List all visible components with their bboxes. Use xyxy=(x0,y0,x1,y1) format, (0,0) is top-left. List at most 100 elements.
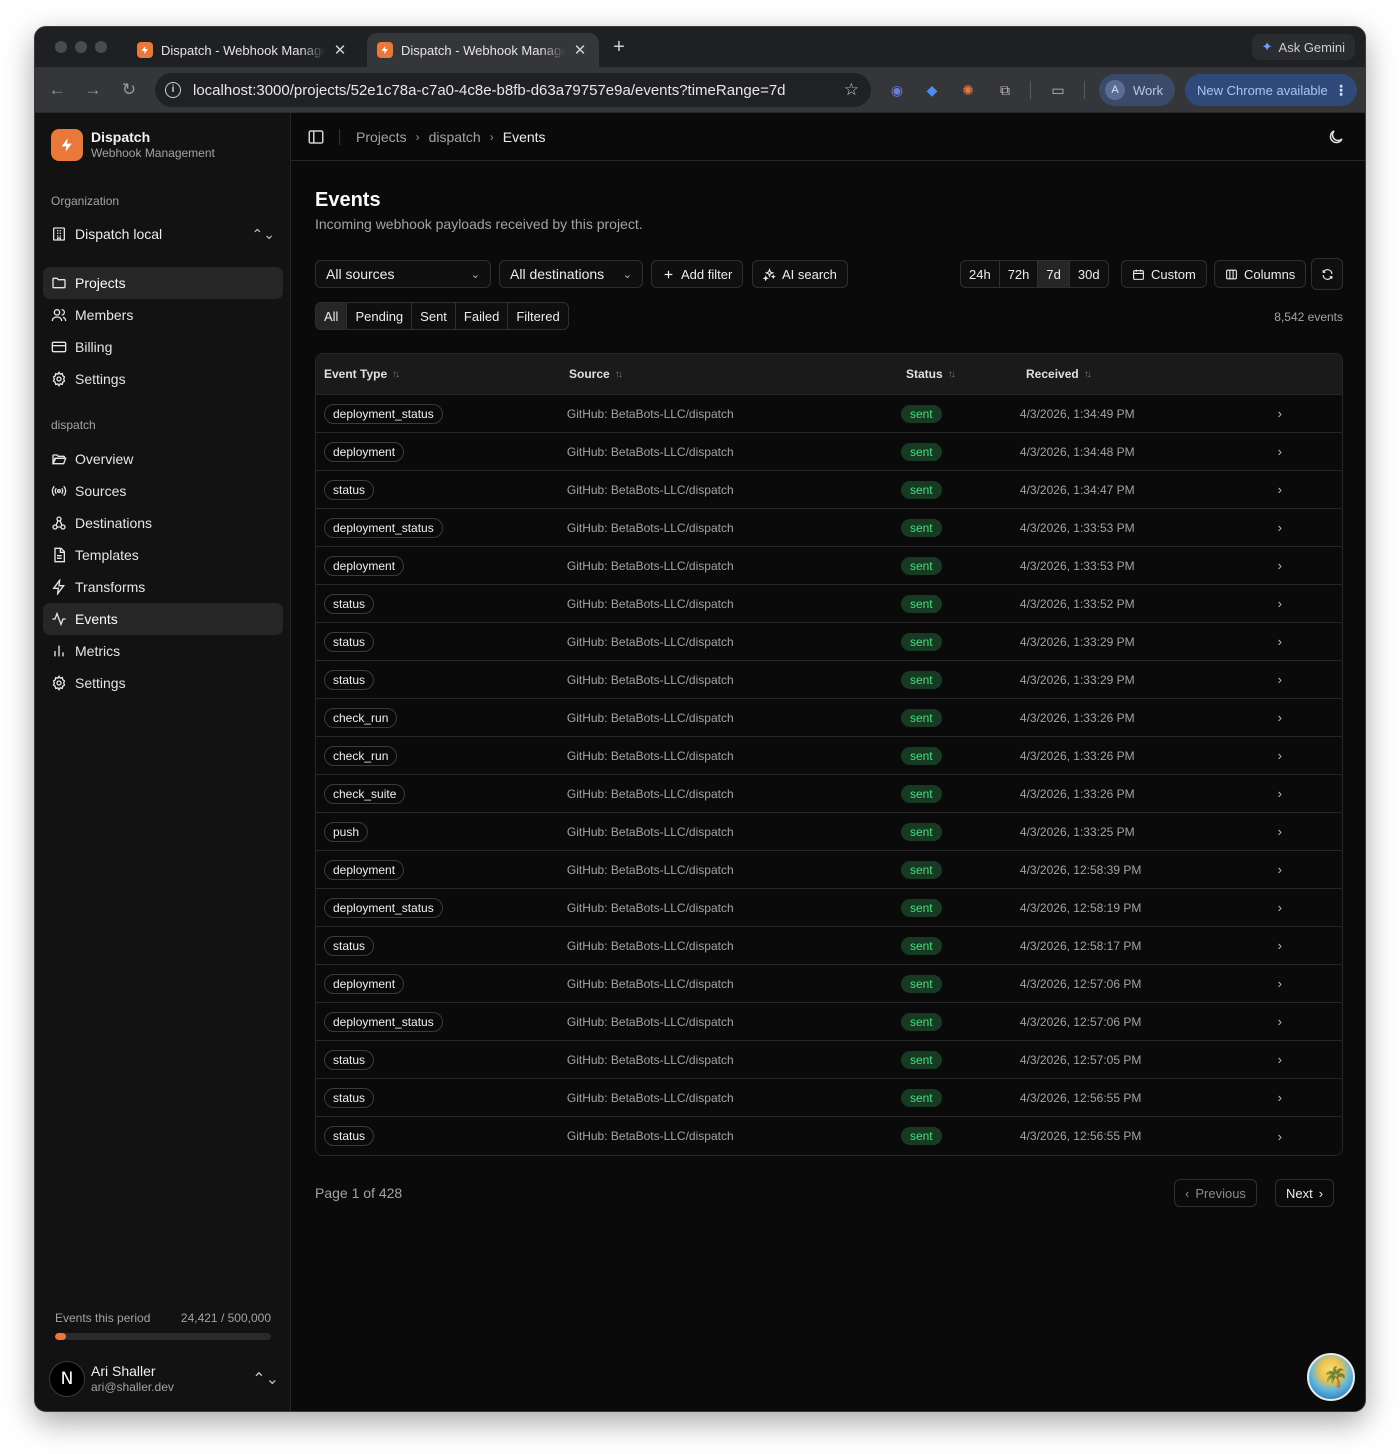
chevron-right-icon[interactable]: › xyxy=(1278,1052,1342,1067)
table-row[interactable]: check_run GitHub: BetaBots-LLC/dispatch se… xyxy=(316,737,1342,775)
table-row[interactable]: status GitHub: BetaBots-LLC/dispatch sent 4… xyxy=(316,623,1342,661)
time-range-30d[interactable]: 30d xyxy=(1070,261,1108,287)
header-status[interactable]: Status ↑↓ xyxy=(906,367,1026,381)
more-menu-icon[interactable]: ⋮ xyxy=(1334,82,1348,99)
header-event-type[interactable]: Event Type ↑↓ xyxy=(316,367,569,381)
chevron-right-icon[interactable]: › xyxy=(1278,1014,1342,1029)
table-row[interactable]: check_suite GitHub: BetaBots-LLC/dispatch… xyxy=(316,775,1342,813)
browser-tab-1[interactable]: Dispatch - Webhook Management ✕ xyxy=(127,33,359,67)
chevron-right-icon[interactable]: › xyxy=(1278,976,1342,991)
extension-tag-icon[interactable]: ◆ xyxy=(922,80,942,100)
chevron-right-icon[interactable]: › xyxy=(1278,862,1342,877)
sources-select[interactable]: All sources ⌄ xyxy=(315,260,491,288)
moon-icon[interactable] xyxy=(1327,128,1345,146)
profile-button[interactable]: A Work xyxy=(1099,74,1176,106)
sidebar-item-sources[interactable]: Sources xyxy=(43,475,283,507)
status-tab-failed[interactable]: Failed xyxy=(456,303,509,329)
time-range-7d[interactable]: 7d xyxy=(1038,261,1070,287)
table-row[interactable]: deployment_status GitHub: BetaBots-LLC/di… xyxy=(316,1003,1342,1041)
sidebar-item-events[interactable]: Events xyxy=(43,603,283,635)
chevron-right-icon[interactable]: › xyxy=(1278,748,1342,763)
table-row[interactable]: status GitHub: BetaBots-LLC/dispatch sent 4… xyxy=(316,927,1342,965)
forward-arrow-icon[interactable]: → xyxy=(82,79,104,101)
extension-sparkle-icon[interactable]: ✺ xyxy=(958,80,978,100)
next-page-button[interactable]: Next › xyxy=(1275,1179,1335,1207)
status-tab-all[interactable]: All xyxy=(316,303,348,329)
table-row[interactable]: status GitHub: BetaBots-LLC/dispatch sent 4… xyxy=(316,1041,1342,1079)
assistant-avatar-button[interactable]: 🌴 xyxy=(1307,1353,1355,1401)
sidebar-item-overview[interactable]: Overview xyxy=(43,443,283,475)
new-tab-button[interactable]: + xyxy=(609,37,629,57)
sidebar-item-members[interactable]: Members xyxy=(43,299,283,331)
table-row[interactable]: status GitHub: BetaBots-LLC/dispatch sent 4… xyxy=(316,661,1342,699)
sidebar-item-destinations[interactable]: Destinations xyxy=(43,507,283,539)
extensions-puzzle-icon[interactable]: ⧉ xyxy=(995,80,1015,100)
columns-button[interactable]: Columns xyxy=(1214,260,1307,288)
sidebar-item-project-settings[interactable]: Settings xyxy=(43,667,283,699)
table-row[interactable]: deployment_status GitHub: BetaBots-LLC/di… xyxy=(316,509,1342,547)
sidebar-toggle-icon[interactable] xyxy=(307,128,325,146)
chevron-right-icon[interactable]: › xyxy=(1278,938,1342,953)
chevron-right-icon[interactable]: › xyxy=(1278,824,1342,839)
chevron-right-icon[interactable]: › xyxy=(1278,1090,1342,1105)
breadcrumb-projects[interactable]: Projects xyxy=(356,129,407,145)
status-tab-sent[interactable]: Sent xyxy=(412,303,456,329)
sidebar-item-org-settings[interactable]: Settings xyxy=(43,363,283,395)
close-tab-icon[interactable]: ✕ xyxy=(571,41,589,59)
site-info-icon[interactable]: i xyxy=(165,82,181,98)
sidebar-item-metrics[interactable]: Metrics xyxy=(43,635,283,667)
url-text[interactable]: localhost:3000/projects/52e1c78a-c7a0-4c… xyxy=(193,82,844,99)
chevron-right-icon[interactable]: › xyxy=(1278,672,1342,687)
table-row[interactable]: check_run GitHub: BetaBots-LLC/dispatch se… xyxy=(316,699,1342,737)
table-row[interactable]: deployment GitHub: BetaBots-LLC/dispatch s… xyxy=(316,547,1342,585)
breadcrumb-project[interactable]: dispatch xyxy=(429,129,481,145)
time-range-72h[interactable]: 72h xyxy=(1000,261,1039,287)
update-chrome-button[interactable]: New Chrome available ⋮ xyxy=(1185,74,1357,106)
previous-page-button[interactable]: ‹ Previous xyxy=(1174,1179,1257,1207)
chevron-right-icon[interactable]: › xyxy=(1278,558,1342,573)
refresh-button[interactable] xyxy=(1311,258,1343,290)
maximize-window-button[interactable] xyxy=(95,41,107,53)
close-tab-icon[interactable]: ✕ xyxy=(331,41,349,59)
chevron-right-icon[interactable]: › xyxy=(1278,786,1342,801)
table-row[interactable]: deployment GitHub: BetaBots-LLC/dispatch s… xyxy=(316,433,1342,471)
chevron-right-icon[interactable]: › xyxy=(1278,634,1342,649)
time-range-24h[interactable]: 24h xyxy=(961,261,1000,287)
table-row[interactable]: push GitHub: BetaBots-LLC/dispatch sent 4/3… xyxy=(316,813,1342,851)
chevron-right-icon[interactable]: › xyxy=(1278,444,1342,459)
destinations-select[interactable]: All destinations ⌄ xyxy=(499,260,643,288)
chevron-right-icon[interactable]: › xyxy=(1278,710,1342,725)
bookmark-star-icon[interactable]: ☆ xyxy=(844,80,859,100)
extension-icon[interactable]: ◉ xyxy=(887,80,907,100)
sidebar-item-transforms[interactable]: Transforms xyxy=(43,571,283,603)
close-window-button[interactable] xyxy=(55,41,67,53)
header-source[interactable]: Source ↑↓ xyxy=(569,367,906,381)
back-arrow-icon[interactable]: ← xyxy=(46,79,68,101)
sidebar-item-templates[interactable]: Templates xyxy=(43,539,283,571)
status-tab-filtered[interactable]: Filtered xyxy=(508,303,567,329)
chevron-right-icon[interactable]: › xyxy=(1278,1129,1342,1144)
header-received[interactable]: Received ↑↓ xyxy=(1026,367,1286,381)
status-tab-pending[interactable]: Pending xyxy=(347,303,413,329)
table-row[interactable]: status GitHub: BetaBots-LLC/dispatch sent 4… xyxy=(316,585,1342,623)
table-row[interactable]: status GitHub: BetaBots-LLC/dispatch sent 4… xyxy=(316,1117,1342,1155)
reload-icon[interactable]: ↻ xyxy=(118,79,140,101)
chevron-right-icon[interactable]: › xyxy=(1278,406,1342,421)
ask-gemini-button[interactable]: ✦ Ask Gemini xyxy=(1251,34,1355,60)
sidebar-item-billing[interactable]: Billing xyxy=(43,331,283,363)
table-row[interactable]: status GitHub: BetaBots-LLC/dispatch sent 4… xyxy=(316,471,1342,509)
sidebar-item-projects[interactable]: Projects xyxy=(43,267,283,299)
table-row[interactable]: deployment GitHub: BetaBots-LLC/dispatch s… xyxy=(316,965,1342,1003)
minimize-window-button[interactable] xyxy=(75,41,87,53)
table-row[interactable]: deployment_status GitHub: BetaBots-LLC/di… xyxy=(316,395,1342,433)
ai-search-button[interactable]: AI search xyxy=(752,260,848,288)
table-row[interactable]: deployment GitHub: BetaBots-LLC/dispatch s… xyxy=(316,851,1342,889)
tab-search-icon[interactable]: ▭ xyxy=(1048,80,1068,100)
table-row[interactable]: status GitHub: BetaBots-LLC/dispatch sent 4… xyxy=(316,1079,1342,1117)
chevron-right-icon[interactable]: › xyxy=(1278,482,1342,497)
custom-range-button[interactable]: Custom xyxy=(1121,260,1207,288)
address-bar[interactable]: i localhost:3000/projects/52e1c78a-c7a0-… xyxy=(155,73,871,107)
browser-tab-2[interactable]: Dispatch - Webhook Management ✕ xyxy=(367,33,599,67)
chevron-right-icon[interactable]: › xyxy=(1278,596,1342,611)
org-switcher[interactable]: Dispatch local ⌃⌄ xyxy=(43,219,283,249)
